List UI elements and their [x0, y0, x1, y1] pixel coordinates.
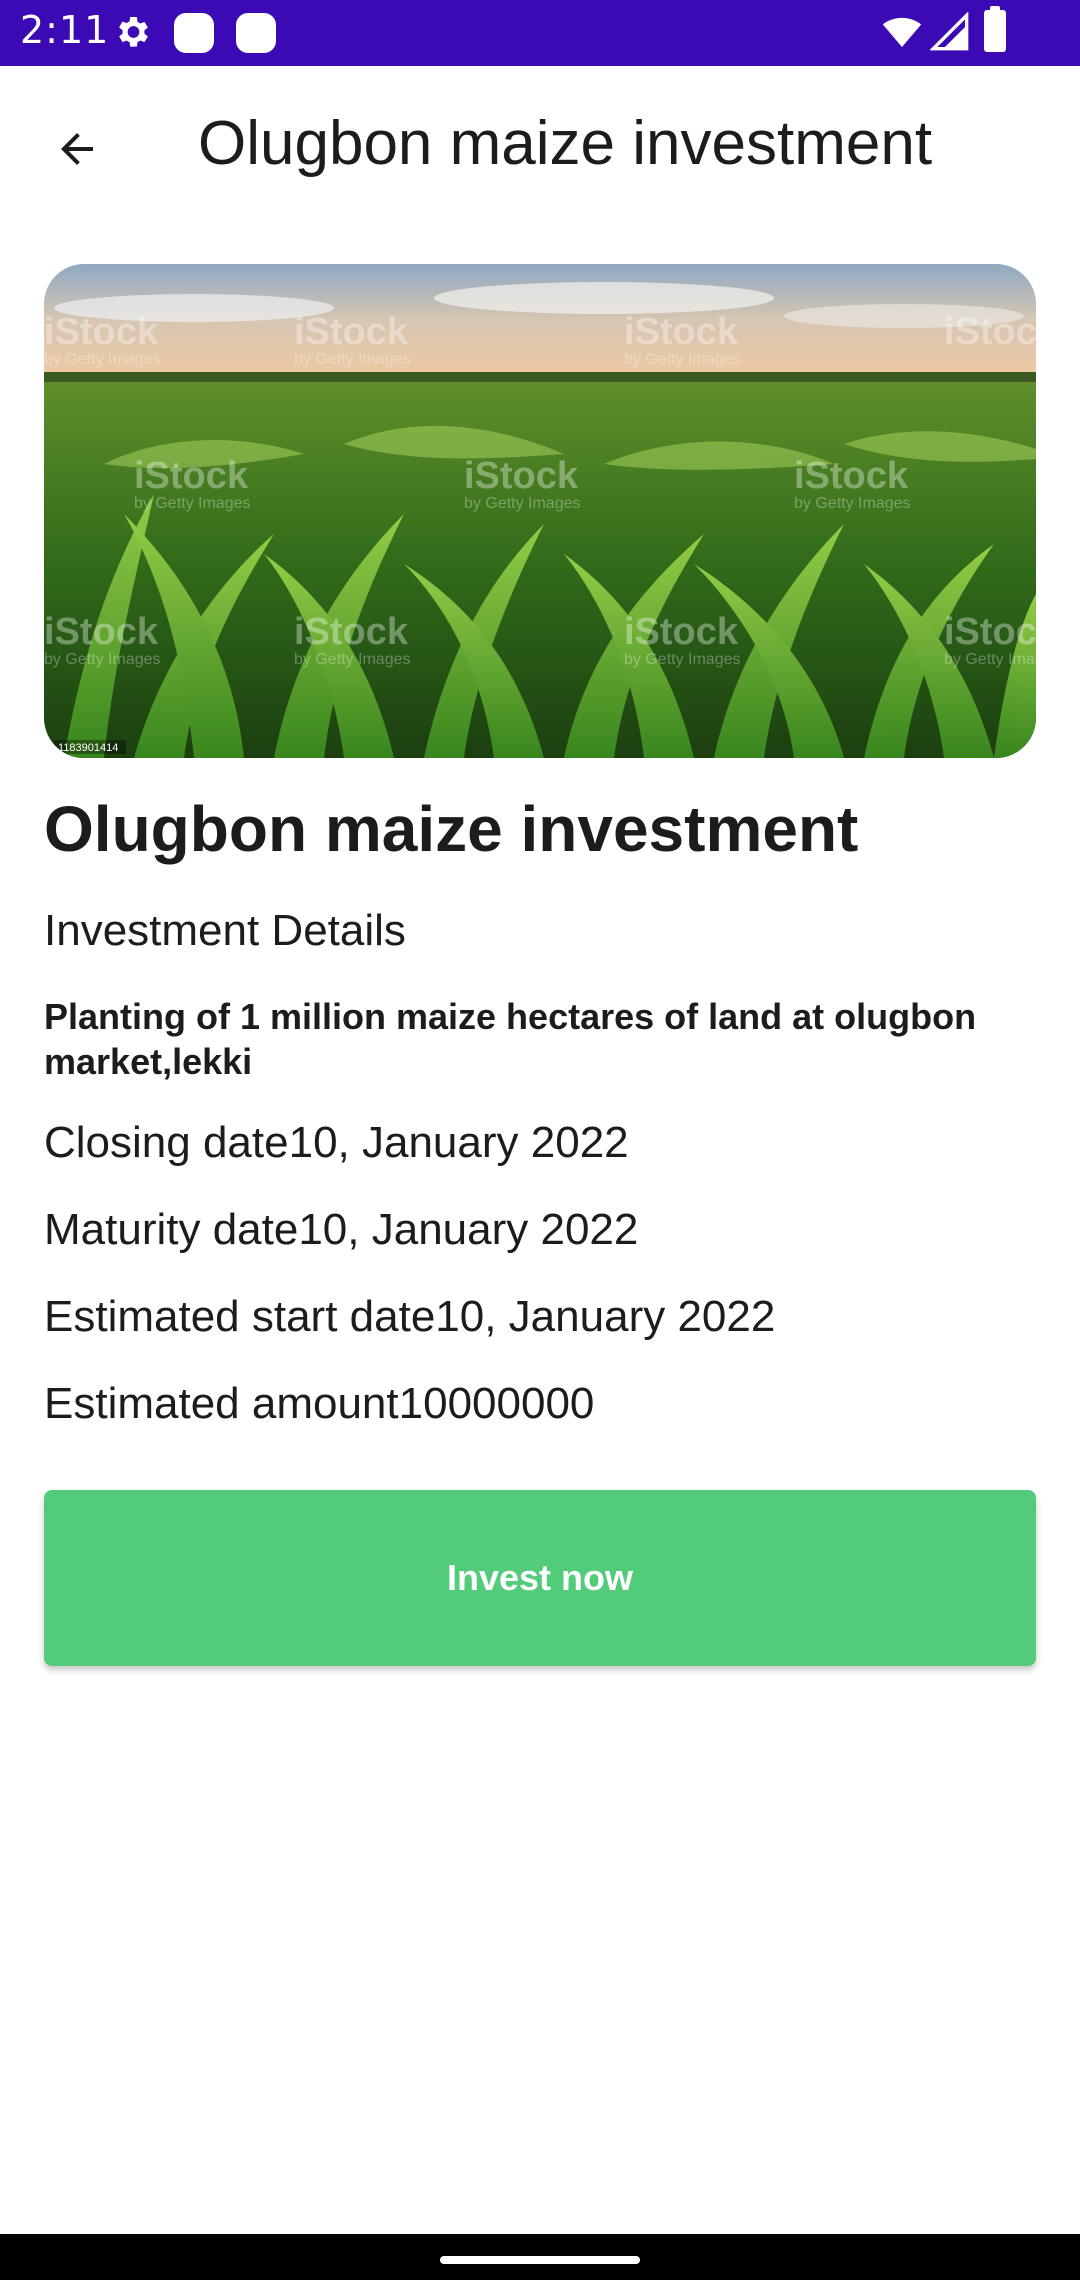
watermark-subtext: by Getty Images [464, 495, 581, 512]
notification-dot-icon [174, 13, 214, 53]
app-bar: Olugbon maize investment [0, 66, 1080, 222]
investment-title: Olugbon maize investment [44, 793, 859, 865]
maturity-date: Maturity date10, January 2022 [44, 1205, 639, 1254]
back-button[interactable] [34, 106, 120, 192]
watermark-subtext: by Getty Images [624, 351, 741, 368]
section-label: Investment Details [44, 906, 406, 955]
watermark-subtext: by Getty Images [44, 651, 161, 668]
estimated-amount: Estimated amount10000000 [44, 1379, 595, 1428]
watermark-text: iStock [294, 611, 409, 653]
watermark-text: iStock [44, 311, 159, 353]
image-id-text: 1183901414 [58, 742, 118, 754]
notification-dot-icon [236, 13, 276, 53]
watermark-text: iStock [794, 455, 909, 497]
signal-icon [930, 12, 969, 51]
watermark-subtext: by Getty Images [134, 495, 251, 512]
gear-icon [119, 17, 148, 47]
estimated-start-date: Estimated start date10, January 2022 [44, 1292, 776, 1341]
watermark-subtext: by Getty Images [794, 495, 911, 512]
watermark-subtext: by Getty Images [294, 351, 411, 368]
watermark-text: iStock [44, 611, 159, 653]
watermark-text: iStock [464, 455, 579, 497]
watermark-text: iStock [944, 311, 1036, 353]
status-bar: 2:11 [0, 0, 1080, 66]
watermark-text: iStock [134, 455, 249, 497]
invest-now-button[interactable]: Invest now [44, 1490, 1036, 1666]
investment-description: Planting of 1 million maize hectares of … [44, 996, 977, 1082]
home-indicator[interactable] [440, 2256, 640, 2264]
investment-image: iStock iStock iStock iStock iStock iStoc… [44, 264, 1036, 758]
arrow-back-icon [61, 133, 93, 165]
watermark-subtext: by Getty Images [44, 351, 161, 368]
watermark-text: iStock [294, 311, 409, 353]
watermark-text: iStock [944, 611, 1036, 653]
page-title: Olugbon maize investment [198, 109, 933, 178]
watermark-text: iStock [624, 311, 739, 353]
status-time: 2:11 [20, 8, 110, 52]
watermark-subtext: by Getty Images [624, 651, 741, 668]
battery-icon [984, 6, 1006, 52]
watermark-text: iStock [624, 611, 739, 653]
closing-date: Closing date10, January 2022 [44, 1118, 629, 1167]
wifi-icon [882, 17, 922, 47]
watermark-subtext: by Getty Images [294, 651, 411, 668]
invest-now-label: Invest now [446, 1557, 634, 1598]
watermark-subtext: by Getty Images [944, 651, 1036, 668]
